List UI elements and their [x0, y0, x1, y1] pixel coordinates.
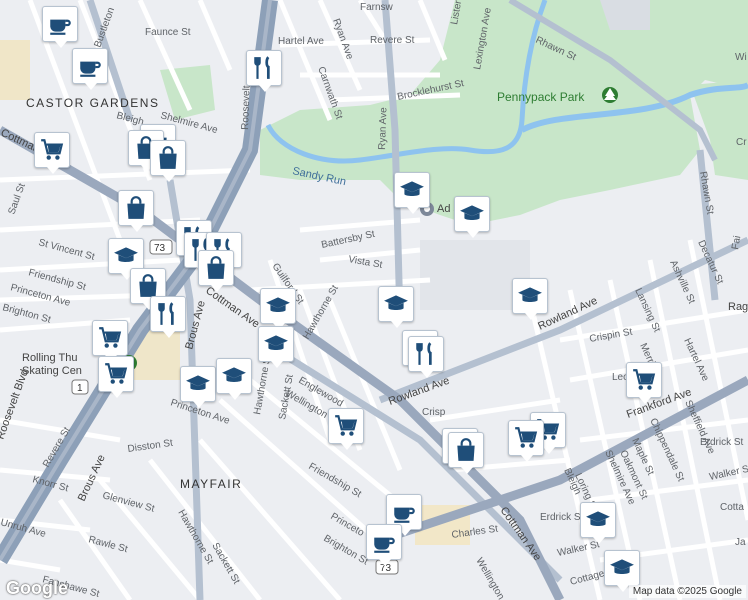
map-pin-shop[interactable]: [118, 190, 154, 232]
map-pin-school[interactable]: [580, 502, 616, 544]
park-label-pennypack[interactable]: Pennypack Park: [497, 90, 585, 104]
map-pin-shop[interactable]: [198, 250, 234, 292]
map-pin-food[interactable]: [246, 50, 282, 92]
neighborhood-mayfair: MAYFAIR: [180, 477, 242, 491]
fork-knife-icon: [155, 301, 181, 327]
map-pin-grocery[interactable]: [98, 356, 134, 398]
place-label-rolling2[interactable]: Skating Cen: [22, 365, 82, 377]
map-pin-grocery[interactable]: [328, 408, 364, 450]
coffee-cup-icon: [47, 11, 73, 37]
fork-knife-icon: [251, 55, 277, 81]
map-pin-food[interactable]: [408, 336, 444, 378]
map-pin-school[interactable]: [512, 278, 548, 320]
place-label-rolling1[interactable]: Rolling Thu: [22, 352, 77, 364]
street-cotta: Cotta: [720, 502, 744, 513]
street-revere: Revere St: [370, 35, 415, 46]
graduation-cap-icon: [459, 201, 485, 227]
graduation-cap-icon: [113, 243, 139, 269]
map-canvas[interactable]: CASTOR GARDENS MAYFAIR Pennypack Park Sa…: [0, 0, 748, 600]
graduation-cap-icon: [263, 331, 289, 357]
shopping-cart-icon: [513, 425, 539, 451]
graduation-cap-icon: [383, 291, 409, 317]
shopping-cart-icon: [97, 325, 123, 351]
map-pin-grocery[interactable]: [626, 362, 662, 404]
shopping-bag-icon: [203, 255, 229, 281]
graduation-cap-icon: [517, 283, 543, 309]
map-pin-school[interactable]: [180, 366, 216, 408]
place-label-rag[interactable]: Rag: [728, 301, 748, 313]
street-farnsworth: Farnsw: [360, 2, 394, 13]
map-pin-grocery[interactable]: [508, 420, 544, 462]
street-cr: Cr: [736, 137, 747, 148]
neighborhood-castor-gardens: CASTOR GARDENS: [26, 96, 159, 110]
street-crisp: Crisp: [422, 407, 446, 418]
shopping-cart-icon: [39, 137, 65, 163]
graduation-cap-icon: [185, 371, 211, 397]
shopping-cart-icon: [333, 413, 359, 439]
map-pin-school[interactable]: [378, 286, 414, 328]
map-pin-shop[interactable]: [448, 432, 484, 474]
map-pin-shop[interactable]: [150, 140, 186, 182]
map-pin-school[interactable]: [216, 358, 252, 400]
svg-text:73: 73: [154, 243, 166, 254]
map-pin-school[interactable]: [258, 326, 294, 368]
map-pin-coffee[interactable]: [72, 48, 108, 90]
map-attribution[interactable]: Map data ©2025 Google: [628, 585, 746, 598]
coffee-cup-icon: [77, 53, 103, 79]
map-pin-coffee[interactable]: [42, 6, 78, 48]
street-erdrick: Erdrick St: [540, 512, 584, 523]
shopping-cart-icon: [103, 361, 129, 387]
map-pin-school[interactable]: [454, 196, 490, 238]
google-logo: Google: [6, 578, 68, 598]
street-wi: Wi: [735, 52, 747, 63]
street-ryan-v: Ryan Ave: [377, 107, 389, 150]
street-hartel: Hartel Ave: [278, 36, 324, 47]
map-pin-school[interactable]: [604, 550, 640, 592]
shopping-bag-icon: [453, 437, 479, 463]
map-pin-food[interactable]: [150, 296, 186, 338]
map-pin-school[interactable]: [394, 172, 430, 214]
street-ja: Ja: [735, 537, 746, 548]
svg-text:1: 1: [77, 383, 83, 394]
map-pin-coffee[interactable]: [366, 524, 402, 566]
shopping-cart-icon: [631, 367, 657, 393]
route-shield-73a: 73: [149, 239, 173, 255]
graduation-cap-icon: [221, 363, 247, 389]
fork-knife-icon: [413, 341, 439, 367]
route-shield-1: 1: [71, 379, 89, 395]
graduation-cap-icon: [265, 293, 291, 319]
coffee-cup-icon: [371, 529, 397, 555]
map-pin-school[interactable]: [260, 288, 296, 330]
shopping-bag-icon: [155, 145, 181, 171]
graduation-cap-icon: [609, 555, 635, 581]
field-west: [0, 40, 30, 100]
shopping-bag-icon: [123, 195, 149, 221]
street-roosevelt-v: Roosevelt: [240, 85, 253, 130]
map-pin-grocery[interactable]: [34, 132, 70, 174]
map-pin-grocery[interactable]: [92, 320, 128, 362]
graduation-cap-icon: [399, 177, 425, 203]
coffee-cup-icon: [391, 499, 417, 525]
graduation-cap-icon: [585, 507, 611, 533]
street-faunce: Faunce St: [145, 27, 191, 38]
